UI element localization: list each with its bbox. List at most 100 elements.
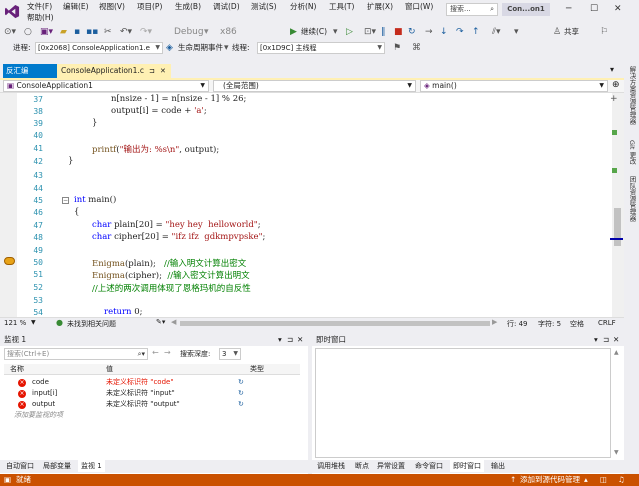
close-icon[interactable]: ✕	[614, 4, 622, 14]
current-statement-arrow-icon[interactable]	[4, 257, 15, 265]
rail-tab-git-changes[interactable]: Git 更改	[627, 140, 637, 164]
cut-icon[interactable]: ✂	[104, 26, 112, 38]
lifecycle-dropdown-icon[interactable]: ▾	[224, 42, 229, 54]
refresh-icon[interactable]: ↻	[238, 388, 244, 399]
tab-exception-settings[interactable]: 异常设置	[374, 460, 408, 472]
collapse-icon[interactable]: −	[62, 197, 69, 204]
redo-icon[interactable]: ↷▾	[140, 26, 152, 38]
open-icon[interactable]: ▰	[60, 26, 67, 38]
table-row[interactable]: × code 未定义标识符 "code" ↻	[4, 377, 300, 388]
tab-close-icon[interactable]: ✕	[160, 64, 166, 78]
add-to-source-control-button[interactable]: 添加到源代码管理	[520, 474, 580, 486]
stop-icon[interactable]: ■	[394, 26, 403, 38]
rail-tab-solution-explorer[interactable]: 解决方案资源管理器	[627, 66, 637, 125]
tab-breakpoints[interactable]: 断点	[352, 460, 372, 472]
rail-tab-team-explorer[interactable]: 团队资源管理器	[627, 176, 637, 222]
zoom-combo[interactable]: 121 %	[4, 319, 26, 327]
step-over-icon[interactable]: ↷	[456, 26, 464, 38]
menu-analyze[interactable]: 分析(N)	[290, 2, 316, 11]
scroll-up-icon[interactable]: ▲	[614, 349, 619, 356]
flag-thread-icon[interactable]: ⚑	[393, 42, 401, 54]
project-combo[interactable]: ▣ ConsoleApplication1 ▼	[3, 80, 209, 92]
hot-reload-icon[interactable]: ⊡▾	[364, 26, 376, 38]
column-header-value[interactable]: 值	[106, 364, 113, 375]
back-icon[interactable]: ⊙▾	[4, 26, 16, 38]
search-depth-combo[interactable]: 3 ▼	[219, 348, 241, 360]
column-header-name[interactable]: 名称	[10, 364, 24, 375]
configuration-dropdown-icon[interactable]: ▾	[204, 26, 209, 38]
configuration-combo[interactable]: Debug	[174, 26, 204, 38]
add-watch-row[interactable]: 添加要监视的项	[4, 410, 300, 421]
glyph-margin[interactable]	[0, 93, 17, 317]
notification-icon[interactable]: ◫	[600, 474, 607, 486]
close-icon[interactable]: ✕	[613, 334, 619, 346]
tab-call-stack[interactable]: 调用堆栈	[314, 460, 348, 472]
platform-combo[interactable]: x86	[220, 26, 237, 38]
menu-view[interactable]: 视图(V)	[99, 2, 125, 11]
column-header-type[interactable]: 类型	[250, 364, 264, 375]
pin-icon[interactable]: ⊐	[149, 64, 155, 78]
menu-build[interactable]: 生成(B)	[175, 2, 201, 11]
tab-locals[interactable]: 局部变量	[40, 460, 74, 472]
menu-tools[interactable]: 工具(T)	[329, 2, 354, 11]
process-combo[interactable]: [0x2068] ConsoleApplication1.e ▼	[35, 42, 163, 54]
chevron-down-icon[interactable]: ▼	[31, 319, 36, 326]
menu-extensions[interactable]: 扩展(X)	[367, 2, 393, 11]
split-editor-icon[interactable]: ⊕	[612, 80, 620, 90]
function-combo[interactable]: ◈ main() ▼	[420, 80, 608, 92]
continue-icon[interactable]: ▶	[290, 26, 297, 38]
tab-output[interactable]: 输出	[488, 460, 508, 472]
scope-combo[interactable]: (全局范围) ▼	[213, 80, 416, 92]
lifecycle-events-button[interactable]: 生命周期事件	[178, 42, 223, 54]
immediate-input[interactable]	[315, 348, 611, 458]
scroll-down-icon[interactable]: ▼	[614, 449, 619, 456]
panel-menu-icon[interactable]: ▾	[594, 334, 598, 346]
no-issues-text[interactable]: 未找到相关问题	[67, 319, 116, 329]
horizontal-scrollbar-thumb[interactable]	[180, 321, 490, 326]
chevron-up-icon[interactable]: ▴	[584, 474, 588, 486]
tab-disassembly[interactable]: 反汇编	[3, 64, 57, 78]
table-row[interactable]: × output 未定义标识符 "output" ↻	[4, 399, 300, 410]
tab-overflow-icon[interactable]: ▾	[610, 65, 614, 74]
refresh-icon[interactable]: ↻	[238, 377, 244, 388]
panel-menu-icon[interactable]: ▾	[278, 334, 282, 346]
issue-nav-icon[interactable]: ✎▾	[156, 318, 165, 326]
table-row[interactable]: × input[i] 未定义标识符 "input" ↻	[4, 388, 300, 399]
menu-test[interactable]: 测试(S)	[251, 2, 277, 11]
refresh-icon[interactable]: ↻	[238, 399, 244, 410]
tab-main-file[interactable]: ConsoleApplication1.c ⊐ ✕	[57, 64, 171, 78]
editor-vertical-scrollbar[interactable]	[612, 93, 624, 317]
thread-filter-icon[interactable]: ⌘	[412, 42, 421, 54]
diagnostic-icon[interactable]: ⫽▾	[492, 26, 501, 38]
maximize-icon[interactable]: ☐	[590, 4, 598, 14]
search-input[interactable]: 搜索... ⌕	[446, 3, 498, 16]
search-back-icon[interactable]: ←	[152, 348, 159, 357]
new-item-icon[interactable]: ▣▾	[40, 26, 53, 38]
tab-autos[interactable]: 自动窗口	[3, 460, 37, 472]
menu-project[interactable]: 项目(P)	[137, 2, 162, 11]
bell-icon[interactable]: ♫	[618, 474, 625, 486]
share-button[interactable]: 共享	[564, 26, 579, 38]
pin-icon[interactable]: ⊐	[603, 334, 609, 346]
menu-edit[interactable]: 编辑(E)	[63, 2, 89, 11]
step-into-icon[interactable]: ↓	[440, 26, 448, 38]
search-forward-icon[interactable]: →	[164, 348, 171, 357]
menu-debug[interactable]: 调试(D)	[213, 2, 240, 11]
show-next-statement-icon[interactable]: →	[425, 26, 433, 38]
restart-icon[interactable]: ↻	[408, 26, 416, 38]
tab-watch-1[interactable]: 监视 1	[78, 460, 105, 472]
tab-immediate-window[interactable]: 即时窗口	[450, 460, 484, 472]
scrollbar-thumb[interactable]	[614, 208, 621, 246]
toolbar-overflow-icon[interactable]: ▾	[514, 26, 519, 38]
menu-window[interactable]: 窗口(W)	[405, 2, 433, 11]
minimize-icon[interactable]: ─	[566, 4, 571, 14]
save-icon[interactable]: ▪	[74, 26, 80, 38]
scroll-left-icon[interactable]: ◀	[171, 318, 176, 326]
feedback-icon[interactable]: ⚐	[600, 26, 608, 38]
pin-icon[interactable]: ⊐	[287, 334, 293, 346]
watch-search-input[interactable]: 搜索(Ctrl+E) ⌕▾	[4, 348, 148, 360]
start-without-debug-icon[interactable]: ▷	[346, 26, 353, 38]
tab-command-window[interactable]: 命令窗口	[412, 460, 446, 472]
continue-dropdown-icon[interactable]: ▾	[333, 26, 338, 38]
menu-help[interactable]: 帮助(H)	[27, 13, 54, 22]
